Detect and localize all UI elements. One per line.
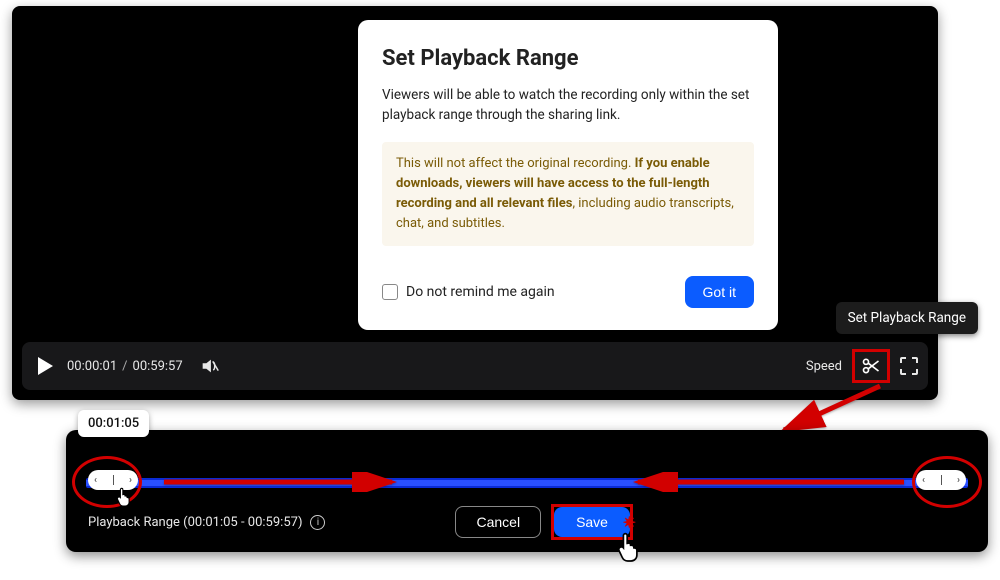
fullscreen-button[interactable] — [900, 357, 918, 375]
info-icon[interactable]: i — [310, 515, 325, 530]
cancel-button[interactable]: Cancel — [455, 506, 541, 538]
playback-range-panel: 00:01:05 ‹› ‹› Playback Range (00:01:05 … — [66, 430, 988, 552]
speed-button[interactable]: Speed — [806, 359, 842, 374]
range-label: Playback Range (00:01:05 - 00:59:57) i — [88, 515, 325, 530]
dialog-title: Set Playback Range — [382, 46, 754, 71]
checkbox-label: Do not remind me again — [406, 284, 555, 300]
player-controls-bar: 00:00:01 / 00:59:57 Speed — [22, 342, 928, 390]
range-end-handle[interactable]: ‹› — [916, 470, 966, 490]
range-start-tooltip: 00:01:05 — [78, 410, 149, 437]
play-button[interactable] — [38, 357, 53, 375]
scissors-tooltip: Set Playback Range — [836, 302, 978, 334]
cursor-hand-icon — [614, 530, 644, 564]
dialog-description: Viewers will be able to watch the record… — [382, 85, 754, 126]
dialog-footer: Do not remind me again Got it — [382, 276, 754, 308]
scissors-icon — [861, 356, 881, 376]
cursor-hand-icon — [114, 486, 134, 508]
volume-icon[interactable] — [199, 355, 221, 377]
checkbox-icon — [382, 284, 398, 300]
set-playback-range-button[interactable] — [852, 349, 890, 383]
total-time: 00:59:57 — [133, 359, 183, 374]
video-player-panel: Set Playback Range Viewers will be able … — [12, 6, 938, 400]
time-separator: / — [122, 359, 127, 374]
dialog-warning-pre: This will not affect the original record… — [396, 156, 635, 171]
dialog-warning-box: This will not affect the original record… — [382, 142, 754, 247]
got-it-button[interactable]: Got it — [685, 276, 754, 308]
do-not-remind-checkbox[interactable]: Do not remind me again — [382, 284, 555, 300]
range-bottom-row: Playback Range (00:01:05 - 00:59:57) i C… — [88, 504, 966, 540]
set-playback-range-dialog: Set Playback Range Viewers will be able … — [358, 20, 778, 330]
current-time: 00:00:01 — [67, 359, 117, 374]
range-track[interactable] — [86, 478, 968, 488]
